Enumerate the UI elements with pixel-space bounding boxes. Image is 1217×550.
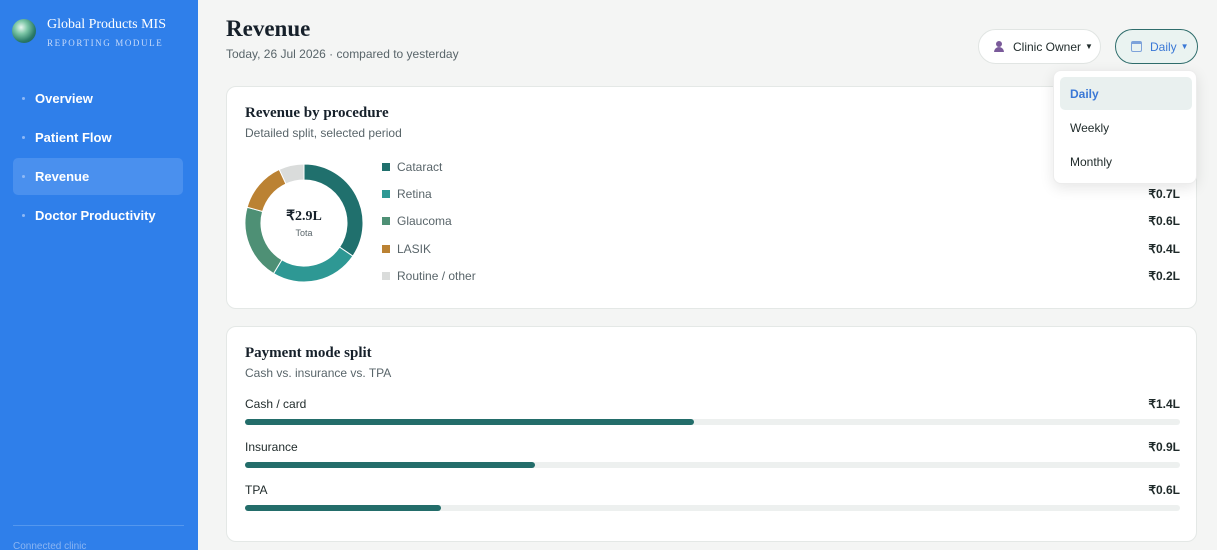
- donut-total-label: Tota: [295, 228, 313, 238]
- payment-value: ₹0.9L: [1148, 440, 1180, 454]
- payment-list: Cash / card ₹1.4L Insurance ₹0.9L TPA ₹0…: [245, 397, 1180, 526]
- donut-slice-lasik: [246, 168, 287, 213]
- caret-down-icon: ▼: [1085, 42, 1093, 51]
- payment-bar-fill: [245, 419, 694, 425]
- donut-slice-retina: [272, 246, 354, 283]
- brand-logo: [12, 19, 36, 43]
- sidebar-item-label: Doctor Productivity: [35, 208, 156, 223]
- payment-value: ₹1.4L: [1148, 397, 1180, 411]
- role-selector[interactable]: Clinic Owner ▼: [978, 29, 1101, 64]
- sidebar-item-patient-flow[interactable]: Patient Flow: [13, 119, 183, 156]
- bullet-icon: [22, 175, 25, 178]
- payment-row: Cash / card ₹1.4L: [245, 397, 1180, 440]
- legend-label: Glaucoma: [397, 214, 452, 229]
- legend-value: ₹0.4L: [1148, 241, 1180, 256]
- legend-label: LASIK: [397, 241, 432, 256]
- page-title: Revenue: [226, 16, 311, 41]
- sidebar-item-label: Revenue: [35, 169, 90, 184]
- payment-mode-card: Payment mode split Cash vs. insurance vs…: [226, 326, 1197, 542]
- sidebar-item-label: Overview: [35, 91, 93, 106]
- bullet-icon: [22, 97, 25, 100]
- legend-value: ₹0.2L: [1148, 268, 1180, 283]
- legend-swatch: [382, 189, 390, 198]
- dropdown-option-daily[interactable]: Daily: [1060, 77, 1192, 110]
- sidebar: Global Products MIS REPORTING MODULE Ove…: [0, 0, 198, 550]
- legend-row: Routine / other ₹0.2L: [382, 262, 1180, 289]
- calendar-icon: [1131, 41, 1142, 52]
- period-dropdown: Daily Weekly Monthly: [1053, 70, 1197, 184]
- legend-value: ₹0.7L: [1148, 186, 1180, 201]
- sidebar-item-label: Patient Flow: [35, 130, 112, 145]
- sidebar-item-doctor-productivity[interactable]: Doctor Productivity: [13, 197, 183, 234]
- sidebar-footer: Connected clinic: [13, 541, 87, 550]
- payment-label: TPA: [245, 483, 268, 497]
- brand-subtitle: REPORTING MODULE: [47, 38, 164, 48]
- legend-swatch: [382, 244, 390, 253]
- period-selector-label: Daily: [1150, 39, 1177, 54]
- revenue-by-procedure-card: Revenue by procedure Detailed split, sel…: [226, 86, 1197, 309]
- sidebar-divider: [13, 525, 184, 526]
- legend-label: Cataract: [397, 159, 443, 174]
- payment-bar-track: [245, 419, 1180, 425]
- legend-swatch: [382, 271, 390, 280]
- card-title: Payment mode split: [245, 345, 372, 361]
- dropdown-option-monthly[interactable]: Monthly: [1060, 145, 1192, 178]
- brand-title: Global Products MIS: [47, 17, 166, 32]
- bullet-icon: [22, 214, 25, 217]
- role-selector-label: Clinic Owner: [1013, 39, 1082, 54]
- card-subtitle: Detailed split, selected period: [245, 126, 402, 140]
- legend-row: Retina ₹0.7L: [382, 180, 1180, 207]
- payment-row: Insurance ₹0.9L: [245, 440, 1180, 483]
- legend-label: Routine / other: [397, 268, 476, 283]
- payment-row: TPA ₹0.6L: [245, 483, 1180, 526]
- sidebar-item-revenue[interactable]: Revenue: [13, 158, 183, 195]
- payment-bar-track: [245, 505, 1180, 511]
- page-subtitle: Today, 26 Jul 2026 · compared to yesterd…: [226, 47, 459, 61]
- brand: Global Products MIS REPORTING MODULE: [12, 16, 166, 48]
- payment-label: Cash / card: [245, 397, 307, 411]
- legend-row: Glaucoma ₹0.6L: [382, 208, 1180, 235]
- person-icon: [994, 41, 1004, 52]
- payment-value: ₹0.6L: [1148, 483, 1180, 497]
- legend-row: LASIK ₹0.4L: [382, 235, 1180, 262]
- payment-bar-fill: [245, 505, 442, 511]
- legend-swatch: [382, 217, 390, 226]
- payment-bar-track: [245, 462, 1180, 468]
- caret-down-icon: ▼: [1180, 42, 1189, 51]
- legend-swatch: [382, 162, 390, 171]
- payment-label: Insurance: [245, 440, 298, 454]
- sidebar-item-overview[interactable]: Overview: [13, 80, 183, 117]
- legend-value: ₹0.6L: [1148, 214, 1180, 229]
- sidebar-nav: Overview Patient Flow Revenue Doctor Pro…: [13, 80, 183, 236]
- period-selector[interactable]: Daily ▼: [1115, 29, 1198, 64]
- card-title: Revenue by procedure: [245, 105, 389, 121]
- donut-total-value: ₹2.9L: [286, 209, 322, 224]
- bullet-icon: [22, 136, 25, 139]
- dropdown-option-weekly[interactable]: Weekly: [1060, 111, 1192, 144]
- card-subtitle: Cash vs. insurance vs. TPA: [245, 366, 392, 380]
- legend-label: Retina: [397, 186, 432, 201]
- payment-bar-fill: [245, 462, 535, 468]
